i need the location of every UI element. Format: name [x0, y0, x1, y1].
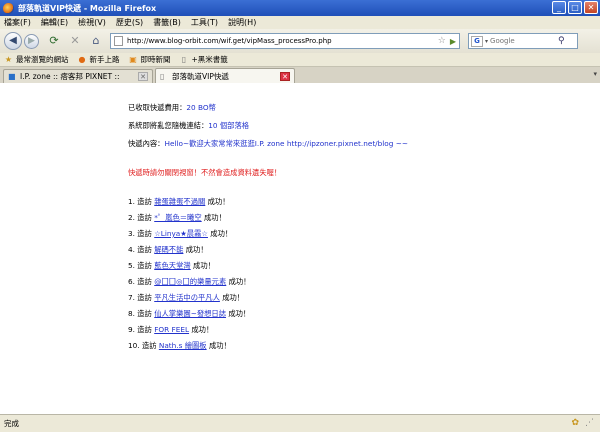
page-icon: ▯: [160, 71, 165, 81]
list-item: 4. 造訪 解碼不能 成功！: [128, 245, 208, 254]
blog-link[interactable]: *゜嵐色＝曦空: [154, 213, 201, 222]
list-item: 1. 造訪 雜蛋雜蛋不過關 成功！: [128, 197, 230, 206]
blog-link[interactable]: 藍色天堂灣: [154, 261, 190, 270]
home-icon[interactable]: ⌂: [89, 34, 103, 48]
navigation-toolbar: ◀ ▶ ⟳ ✕ ⌂ http://www.blog-orbit.com/wif.…: [0, 29, 600, 53]
bookmark-star-icon[interactable]: ☆: [438, 36, 446, 46]
address-bar[interactable]: http://www.blog-orbit.com/wif.get/vipMas…: [110, 33, 460, 49]
blog-link[interactable]: 仙人掌樂園~發想日誌: [154, 309, 226, 318]
pixnet-icon: ■: [8, 72, 16, 81]
resize-grip-icon[interactable]: ⋰: [585, 418, 594, 428]
list-item: 2. 造訪 *゜嵐色＝曦空 成功！: [128, 213, 226, 222]
list-item: 9. 造訪 FOR FEEL 成功！: [128, 325, 214, 334]
tab-close-button[interactable]: ✕: [280, 71, 290, 81]
message-line: 快遞內容：Hello~歡迎大家常常來逛逛I.P. zone http://ipz…: [128, 139, 408, 148]
bookmark-news[interactable]: ▣ 即時新聞: [129, 54, 170, 65]
bookmarks-toolbar: ★ 最常瀏覽的網站 ● 新手上路 ▣ 即時新聞 ▯ +黑米書籤: [0, 53, 600, 67]
bookmark-heimi[interactable]: ▯ +黑米書籤: [180, 54, 228, 65]
page-icon: ▯: [181, 55, 187, 64]
go-arrow-icon[interactable]: ▶: [450, 37, 456, 46]
tab-bar: ■ I.P. zone :: 痞客邦 PIXNET :: ✕ ▯ 部落軌道VIP…: [0, 67, 600, 83]
blog-link[interactable]: 雜蛋雜蛋不過關: [154, 197, 205, 206]
window-controls: _ □ ✕: [552, 1, 598, 14]
google-engine-icon[interactable]: G: [471, 35, 483, 47]
message-value: Hello~歡迎大家常常來逛逛I.P. zone http://ipzoner.…: [164, 139, 408, 148]
menu-file[interactable]: 檔案(F): [4, 17, 31, 28]
list-item: 3. 造訪 ☆Linya★晨霧☆ 成功！: [128, 229, 233, 238]
blog-link[interactable]: @囗囗◎囗的樂量元素: [154, 277, 226, 286]
status-bar: 完成 ✿ ⋰: [0, 414, 600, 432]
stop-icon[interactable]: ✕: [68, 34, 82, 48]
tab-list-icon[interactable]: ▾: [593, 70, 597, 78]
fee-line: 已收取快遞費用：20 BO幣: [128, 103, 216, 112]
blog-link[interactable]: 平凡生活中の平凡人: [154, 293, 220, 302]
star-folder-icon: ★: [4, 55, 13, 64]
bookmark-most-visited[interactable]: ★ 最常瀏覽的網站: [4, 54, 69, 65]
visit-list: 1. 造訪 雜蛋雜蛋不過關 成功！ 2. 造訪 *゜嵐色＝曦空 成功！ 3. 造…: [128, 197, 600, 350]
back-button[interactable]: ◀: [4, 32, 22, 50]
list-item: 8. 造訪 仙人掌樂園~發想日誌 成功！: [128, 309, 251, 318]
forward-button[interactable]: ▶: [24, 33, 39, 49]
reload-icon[interactable]: ⟳: [47, 34, 61, 48]
blog-link[interactable]: 解碼不能: [154, 245, 183, 254]
addon-icon[interactable]: ✿: [571, 418, 579, 428]
tab-vip-express[interactable]: ▯ 部落軌道VIP快遞 ✕: [155, 68, 295, 83]
menu-bookmarks[interactable]: 書籤(B): [153, 17, 181, 28]
minimize-button[interactable]: _: [552, 1, 566, 14]
menu-view[interactable]: 檢視(V): [78, 17, 106, 28]
page-content: 已收取快遞費用：20 BO幣 系統即將亂您隨機連結：10 個部落格 快遞內容：H…: [0, 83, 600, 414]
count-line: 系統即將亂您隨機連結：10 個部落格: [128, 121, 250, 130]
fee-value: 20 BO幣: [186, 103, 216, 112]
status-icons: ✿ ⋰: [571, 418, 594, 428]
engine-dropdown-icon[interactable]: ▾: [485, 38, 488, 45]
url-text[interactable]: http://www.blog-orbit.com/wif.get/vipMas…: [127, 37, 435, 45]
warning-text: 快遞時請勿關閉視窗！不然會造成資料遺失喔！: [128, 168, 282, 177]
tab-close-button[interactable]: ✕: [138, 72, 148, 81]
menu-history[interactable]: 歷史(S): [116, 17, 143, 28]
menu-help[interactable]: 說明(H): [228, 17, 256, 28]
window-title: 部落軌道VIP快遞 - Mozilla Firefox: [18, 3, 157, 13]
maximize-button[interactable]: □: [568, 1, 582, 14]
list-item: 6. 造訪 @囗囗◎囗的樂量元素 成功！: [128, 277, 251, 286]
list-item: 5. 造訪 藍色天堂灣 成功！: [128, 261, 215, 270]
close-window-button[interactable]: ✕: [584, 1, 598, 14]
search-icon[interactable]: ⚲: [558, 36, 565, 46]
count-value: 10 個部落格: [208, 121, 250, 130]
menu-edit[interactable]: 編輯(E): [41, 17, 68, 28]
menu-bar: 檔案(F) 編輯(E) 檢視(V) 歷史(S) 書籤(B) 工具(T) 說明(H…: [0, 16, 600, 29]
blog-link[interactable]: ☆Linya★晨霧☆: [154, 229, 208, 238]
blog-link[interactable]: FOR FEEL: [154, 325, 189, 334]
status-text: 完成: [4, 419, 19, 428]
search-bar[interactable]: G ▾ ⚲: [468, 33, 578, 49]
page-icon: [114, 36, 123, 46]
firefox-icon: [3, 2, 14, 14]
blog-link[interactable]: Nath.s 繪圖板: [159, 341, 207, 350]
window-titlebar: 部落軌道VIP快遞 - Mozilla Firefox _ □ ✕: [0, 0, 600, 16]
bookmark-getting-started[interactable]: ● 新手上路: [78, 54, 120, 65]
search-input[interactable]: [490, 37, 557, 45]
list-item: 7. 造訪 平凡生活中の平凡人 成功！: [128, 293, 245, 302]
rss-folder-icon: ▣: [129, 55, 137, 64]
menu-tools[interactable]: 工具(T): [191, 17, 218, 28]
firefox-icon: ●: [78, 55, 86, 64]
list-item: 10. 造訪 Nath.s 繪圖板 成功！: [128, 341, 231, 350]
tab-ipzone[interactable]: ■ I.P. zone :: 痞客邦 PIXNET :: ✕: [3, 69, 153, 83]
